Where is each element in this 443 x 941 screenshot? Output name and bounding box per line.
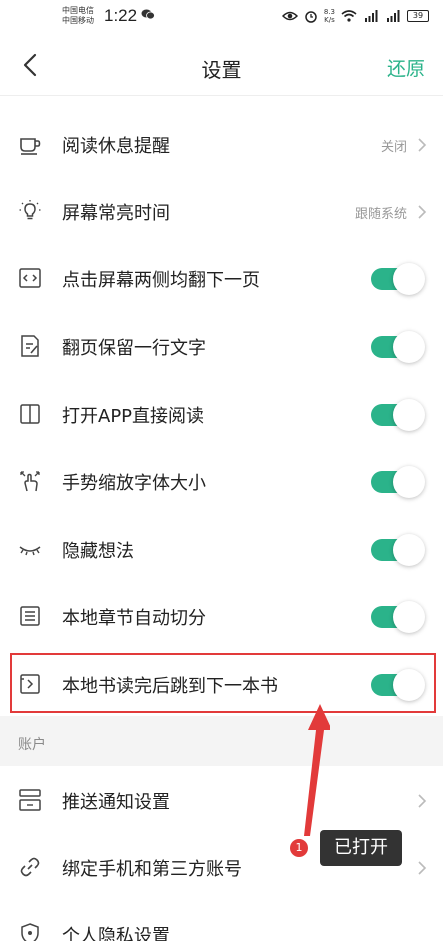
annotation-callout: 已打开 [320,830,402,866]
setting-row-tap-sides: 点击屏幕两侧均翻下一页 [0,244,443,312]
setting-label: 打开APP直接阅读 [62,406,205,427]
account-row-push-notification[interactable]: 推送通知设置 [0,766,443,834]
toggle-switch[interactable] [367,465,425,498]
setting-label: 点击屏幕两侧均翻下一页 [62,270,260,291]
wifi-icon [341,10,357,22]
setting-row-gesture-zoom: 手势缩放字体大小 [0,447,443,515]
chevron-right-icon [418,138,427,152]
battery-indicator: 39 [407,10,429,22]
carrier-info: 中国电信 中国移动 [62,6,94,26]
signal-icon [365,10,378,22]
setting-label: 个人隐私设置 [62,926,170,941]
setting-label: 翻页保留一行文字 [62,338,206,359]
carrier-1: 中国电信 [62,6,94,15]
setting-value: 跟随系统 [354,207,407,222]
notification-icon [19,789,41,811]
section-title: 账户 [18,737,46,753]
highlight-box [10,653,436,713]
status-icons: 8.3 K/s 39 [281,8,429,24]
signal-icon [387,10,400,22]
step-badge: 1 [290,839,308,857]
restore-button[interactable]: 还原 [387,54,425,81]
chevron-right-icon [418,205,427,219]
toggle-switch[interactable] [367,533,425,566]
toggle-switch[interactable] [367,330,425,363]
eye-icon [281,11,298,21]
wechat-icon [141,9,155,20]
chevron-right-icon [418,794,427,808]
watermark-logo: Baidu 经验 [330,911,431,932]
privacy-icon [21,923,39,941]
setting-label: 阅读休息提醒 [62,136,170,157]
setting-row-open-app-read: 打开APP直接阅读 [0,380,443,448]
setting-label: 屏幕常亮时间 [62,203,170,224]
closed-eye-icon [19,546,41,556]
clock: 1:22 [104,6,138,25]
setting-row-screen-on-time[interactable]: 屏幕常亮时间 跟随系统 [0,177,443,245]
setting-row-chapter-split: 本地章节自动切分 [0,582,443,650]
link-icon [20,857,40,877]
toggle-switch[interactable] [367,398,425,431]
setting-label: 本地章节自动切分 [62,608,206,629]
gesture-icon [20,471,40,492]
setting-value: 关闭 [380,140,407,155]
list-doc-icon [20,606,40,626]
header-bar: 设置 还原 [0,34,443,96]
net-speed: 8.3 K/s [323,8,335,24]
alarm-icon [305,11,317,23]
cup-icon [20,138,41,155]
code-brackets-icon [19,268,41,288]
setting-row-keep-line: 翻页保留一行文字 [0,312,443,380]
chevron-right-icon [418,861,427,875]
open-book-icon [20,404,40,424]
toggle-switch[interactable] [367,600,425,633]
setting-label: 手势缩放字体大小 [62,473,206,494]
edit-doc-icon [21,335,39,357]
annotation-arrow [304,704,330,836]
carrier-2: 中国移动 [62,16,94,25]
page-title: 设置 [201,58,242,82]
setting-row-reading-rest[interactable]: 阅读休息提醒 关闭 [0,110,443,178]
toggle-switch[interactable] [367,262,425,295]
status-bar: 中国电信 中国移动 1:22 8.3 K/s 39 [0,0,443,34]
bulb-icon [19,200,41,220]
setting-row-hide-thoughts: 隐藏想法 [0,515,443,583]
section-header-account: 账户 [0,716,443,766]
setting-label: 隐藏想法 [62,541,134,562]
setting-label: 推送通知设置 [62,792,170,813]
setting-label: 绑定手机和第三方账号 [62,859,242,880]
